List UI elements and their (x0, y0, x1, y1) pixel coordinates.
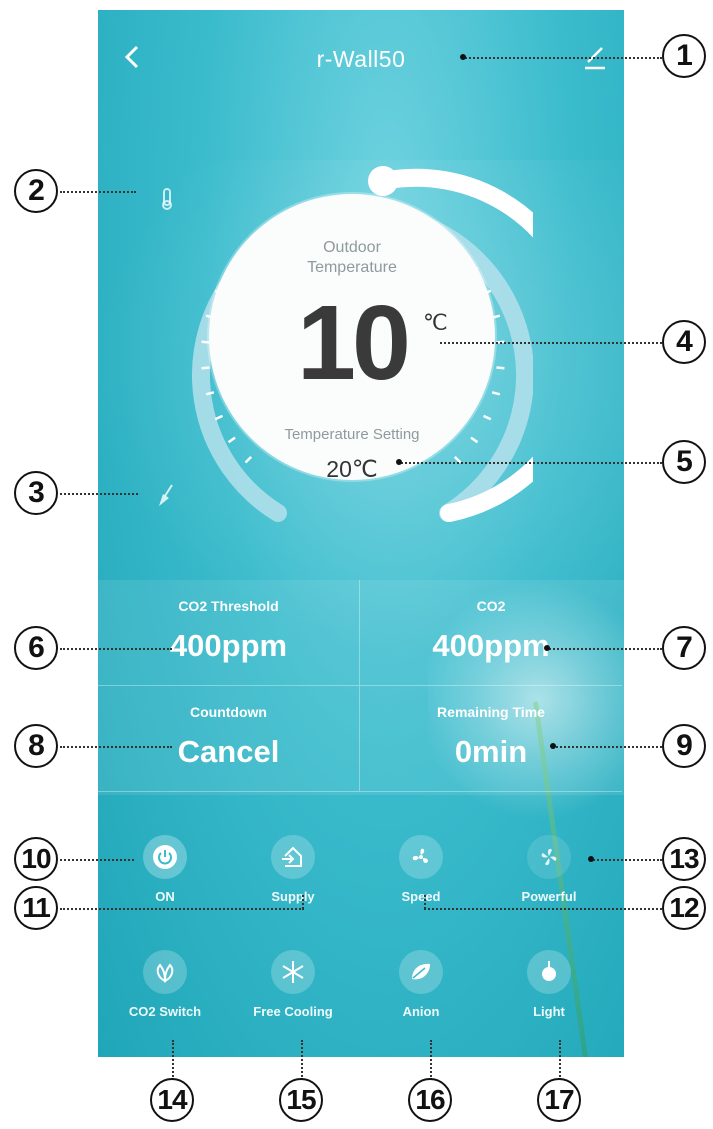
co2-label: CO2 (476, 598, 506, 614)
callout-13: 13 (662, 837, 706, 881)
callout-16: 16 (408, 1078, 452, 1122)
callout-14-leader (172, 1040, 174, 1080)
pencil-icon[interactable] (582, 42, 608, 70)
outdoor-temperature-label: Outdoor Temperature (209, 238, 495, 278)
callout-5-dot (396, 459, 402, 465)
callout-1-leader (462, 57, 662, 59)
callout-6: 6 (14, 626, 58, 670)
callout-13-dot (588, 856, 594, 862)
powerful-button[interactable]: Powerful (489, 835, 609, 904)
page-title: r-Wall50 (316, 46, 406, 72)
callout-8-leader (60, 746, 172, 748)
callout-16-leader (430, 1040, 432, 1080)
callout-1-dot (460, 54, 466, 60)
callout-10: 10 (14, 837, 58, 881)
co2-switch-label: CO2 Switch (128, 1004, 202, 1019)
anion-label: Anion (402, 1004, 440, 1019)
supply-icon (271, 835, 315, 879)
turbo-fan-icon (527, 835, 571, 879)
countdown-label: Countdown (190, 704, 267, 720)
co2-threshold-cell[interactable]: CO2 Threshold 400ppm (98, 580, 360, 686)
bulb-icon (527, 950, 571, 994)
callout-2: 2 (14, 169, 58, 213)
co2-value: 400ppm (432, 628, 550, 663)
callout-17: 17 (537, 1078, 581, 1122)
temperature-setting-value[interactable]: 20℃ (209, 456, 495, 483)
dial-tick (214, 414, 224, 421)
fan-icon (399, 835, 443, 879)
callout-3: 3 (14, 471, 58, 515)
callout-5: 5 (662, 440, 706, 484)
remaining-time-cell: Remaining Time 0min (360, 686, 622, 792)
anion-leaf-icon (399, 950, 443, 994)
callout-12-leader-vertical (424, 895, 426, 909)
countdown-cell[interactable]: Countdown Cancel (98, 686, 360, 792)
snowflake-icon (271, 950, 315, 994)
free-cooling-label: Free Cooling (253, 1004, 333, 1019)
callout-9-dot (550, 743, 556, 749)
leaf-icon (143, 950, 187, 994)
temperature-dial: Outdoor Temperature 10 ℃ Temperature Set… (209, 194, 495, 483)
co2-threshold-value: 400ppm (169, 628, 288, 663)
free-cooling-button[interactable]: Free Cooling (233, 950, 353, 1019)
remaining-time-value: 0min (454, 734, 528, 769)
co2-cell: CO2 400ppm (360, 580, 622, 686)
dial-tick (496, 366, 505, 370)
callout-15: 15 (279, 1078, 323, 1122)
temperature-unit: ℃ (423, 310, 448, 335)
co2-switch-button[interactable]: CO2 Switch (105, 950, 225, 1019)
supply-label: Supply (271, 889, 315, 904)
powerful-label: Powerful (521, 889, 577, 904)
callout-12: 12 (662, 886, 706, 930)
callout-2-leader (60, 191, 136, 193)
speed-label: Speed (401, 889, 441, 904)
callout-4-leader (440, 342, 662, 344)
anion-button[interactable]: Anion (361, 950, 481, 1019)
callout-9-leader (552, 746, 662, 748)
power-button[interactable]: ON (105, 835, 225, 904)
remaining-time-label: Remaining Time (437, 704, 545, 720)
callout-4: 4 (662, 320, 706, 364)
dial-tick (482, 414, 492, 421)
callout-1: 1 (662, 34, 706, 78)
light-button[interactable]: Light (489, 950, 609, 1019)
callout-11: 11 (14, 886, 58, 930)
power-icon (143, 835, 187, 879)
callout-15-leader (301, 1040, 303, 1080)
supply-button[interactable]: Supply (233, 835, 353, 904)
callout-7-dot (544, 645, 550, 651)
power-label: ON (155, 889, 175, 904)
outdoor-temperature-label-text: Outdoor Temperature (307, 239, 397, 276)
temperature-setting-label: Temperature Setting (284, 426, 420, 443)
callout-6-leader (60, 648, 172, 650)
callout-14: 14 (150, 1078, 194, 1122)
callout-5-leader (398, 462, 662, 464)
co2-threshold-label: CO2 Threshold (178, 598, 279, 614)
callout-10-leader (60, 859, 134, 861)
callout-3-leader (60, 493, 138, 495)
app-screen: r-Wall50 Outdoor Temperature 10 ℃ Temper… (98, 10, 624, 1057)
callout-7-leader (546, 648, 662, 650)
dial-handle[interactable] (368, 166, 398, 196)
callout-11-leader-vertical (302, 895, 304, 909)
stats-grid: CO2 Threshold 400ppm CO2 400ppm Countdow… (98, 580, 624, 795)
callout-7: 7 (662, 626, 706, 670)
callout-12-leader (424, 908, 662, 910)
speed-button[interactable]: Speed (361, 835, 481, 904)
callout-17-leader (559, 1040, 561, 1080)
callout-9: 9 (662, 724, 706, 768)
countdown-value: Cancel (177, 734, 280, 769)
callout-13-leader (590, 859, 662, 861)
callout-8: 8 (14, 724, 58, 768)
light-label: Light (533, 1004, 565, 1019)
callout-11-leader (60, 908, 304, 910)
